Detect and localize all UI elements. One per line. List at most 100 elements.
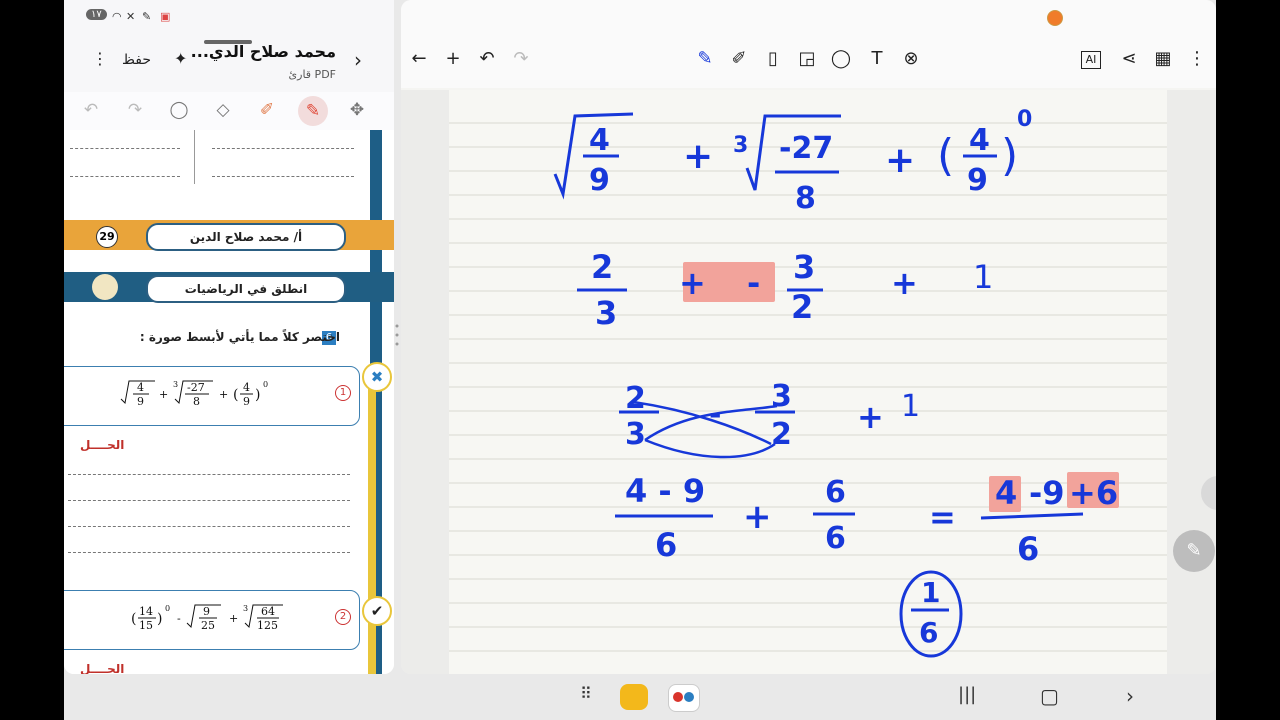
hw-cbrt-index: 3	[733, 133, 748, 158]
notes-pane: ← + ↶ ↷ ✎ ✐ ▯ ◲ ◯ T ⊗ AI ⋖ ▦ ⋮ 4 9 + 3 -…	[401, 0, 1216, 674]
add-icon[interactable]: +	[441, 48, 465, 72]
redo-icon[interactable]: ↷	[509, 48, 533, 72]
svg-text:+: +	[219, 388, 228, 401]
hw-numerator-term: -9	[1029, 474, 1065, 512]
eraser-icon[interactable]: ◇	[212, 100, 234, 122]
screen-recorder-icon[interactable]	[668, 684, 700, 712]
hw-answer-denominator: 6	[919, 616, 938, 649]
screen-recording-indicator	[1047, 10, 1063, 26]
section-banner: انطلق في الرياضيات	[64, 272, 394, 304]
page-number: 29	[96, 226, 118, 248]
answer-line	[68, 500, 350, 501]
power-exponent: 0	[263, 380, 268, 389]
system-navigation-bar: ⠿ ||| ▢ ›	[64, 674, 1216, 720]
ai-icon[interactable]: AI	[1081, 51, 1101, 69]
exercise-index: 2	[335, 609, 351, 625]
svg-text:): )	[157, 611, 162, 627]
pdf-header: ⋮ حفظ ✦ محمد صلاح الدي... قارئ PDF ›	[64, 34, 394, 92]
hw-constant: 1	[973, 258, 993, 296]
lasso-icon[interactable]: ◯	[829, 48, 853, 72]
svg-text:(: (	[937, 130, 954, 181]
highlighter-icon[interactable]: ✐	[256, 100, 278, 122]
hw-fraction-denominator: 6	[655, 526, 677, 564]
solution-label: الحــــل	[80, 438, 125, 452]
undo-icon[interactable]: ↶	[475, 48, 499, 72]
save-button[interactable]: حفظ	[122, 52, 151, 68]
lasso-icon[interactable]: ◯	[168, 100, 190, 122]
note-canvas[interactable]: 4 9 + 3 -27 8 + ( 4 9 ) 0 2 3 + - 3 2 + …	[449, 90, 1167, 674]
hw-cbrt-denominator: 8	[795, 181, 816, 216]
answer-line	[212, 176, 354, 177]
hw-power-denominator: 9	[967, 163, 988, 198]
handwriting-layer: 4 9 + 3 -27 8 + ( 4 9 ) 0 2 3 + - 3 2 + …	[449, 107, 1167, 658]
hw-fraction-numerator: 4 - 9	[625, 472, 705, 510]
recents-icon[interactable]: |||	[958, 684, 976, 705]
exercise-index: 1	[335, 385, 351, 401]
question-heading: اختصر كلاً مما يأتي لأبسط صورة :	[139, 330, 340, 344]
divider	[194, 130, 195, 184]
hw-plus: +	[885, 140, 915, 181]
status-bar: ۱۷ ◠ ✕ ✎ ▣	[64, 0, 394, 34]
files-app-icon[interactable]	[620, 684, 648, 710]
close-pen-icon[interactable]: ⊗	[899, 48, 923, 72]
check-mark-icon: ✔	[362, 596, 392, 626]
cbrt-numerator: -27	[187, 381, 205, 394]
highlighter-icon[interactable]: ✐	[727, 48, 751, 72]
text-icon[interactable]: T	[865, 48, 889, 72]
hw-operator: +	[679, 264, 706, 302]
shape-icon[interactable]: ◲	[795, 48, 819, 72]
more-icon[interactable]: ⋮	[1185, 48, 1209, 72]
canvas-margin-left	[401, 90, 449, 674]
exercise-box-2: ( 14 15 ) 0 - 9 25 + 3 64 125 2	[64, 590, 360, 650]
hw-plus: +	[857, 398, 884, 436]
hw-fraction-denominator: 6	[1017, 530, 1039, 568]
back-icon[interactable]: ›	[1126, 684, 1134, 708]
share-icon[interactable]: ⋖	[1117, 48, 1141, 72]
hw-plus: +	[891, 264, 918, 302]
more-menu-icon[interactable]: ⋮	[92, 49, 108, 68]
power-numerator: 4	[243, 381, 250, 394]
cbrt-denominator: 8	[193, 395, 200, 408]
ai-sparkle-icon[interactable]: ✦	[174, 49, 187, 68]
app-label: قارئ PDF	[288, 68, 336, 81]
answer-line	[68, 474, 350, 475]
undo-icon[interactable]: ↶	[80, 100, 102, 122]
sqrt-denominator: 9	[137, 395, 144, 408]
power-exponent: 0	[165, 604, 170, 613]
redo-icon[interactable]: ↷	[124, 100, 146, 122]
canvas-margin-right	[1167, 90, 1216, 674]
svg-text:+: +	[229, 612, 238, 625]
svg-text:-: -	[177, 612, 181, 625]
exercise-box-1: 4 9 + 3 -27 8 + ( 4 9 ) 0 1	[64, 366, 360, 426]
back-arrow-icon[interactable]: ←	[407, 48, 431, 72]
answer-line	[70, 148, 180, 149]
grid-icon[interactable]: ▦	[1151, 48, 1175, 72]
eraser-icon[interactable]: ▯	[761, 48, 785, 72]
hw-fraction-denominator: 3	[625, 417, 646, 452]
pen-icon: ✎	[142, 10, 152, 23]
author-banner: 29 أ/ محمد صلاح الدين	[64, 220, 394, 252]
mute-icon: ✕	[126, 10, 136, 23]
author-label: أ/ محمد صلاح الدين	[146, 223, 346, 251]
fraction-denominator: 15	[139, 619, 153, 632]
hw-answer-numerator: 1	[921, 576, 940, 609]
forward-chevron-icon[interactable]: ›	[354, 48, 362, 72]
split-view-handle[interactable]	[394, 320, 400, 350]
hw-fraction-denominator: 2	[791, 288, 813, 326]
document-title: محمد صلاح الدي...	[190, 42, 336, 61]
svg-text:): )	[255, 387, 260, 403]
pen-icon[interactable]: ✎	[298, 96, 328, 126]
hw-equals: =	[929, 498, 956, 536]
home-icon[interactable]: ▢	[1040, 684, 1059, 708]
hw-numerator-term: +6	[1069, 474, 1118, 512]
worksheet-page: 29 أ/ محمد صلاح الدين انطلق في الرياضيات…	[64, 130, 394, 674]
hw-cbrt-numerator: -27	[779, 131, 833, 166]
move-icon[interactable]: ✥	[346, 100, 368, 122]
section-logo	[92, 274, 118, 300]
apps-grid-icon[interactable]: ⠿	[580, 684, 592, 703]
hw-fraction-numerator: 3	[771, 379, 792, 414]
section-label: انطلق في الرياضيات	[146, 275, 346, 303]
pen-icon[interactable]: ✎	[693, 48, 717, 72]
hw-power-numerator: 4	[969, 123, 990, 158]
edit-pen-fab[interactable]: ✎	[1173, 530, 1215, 572]
